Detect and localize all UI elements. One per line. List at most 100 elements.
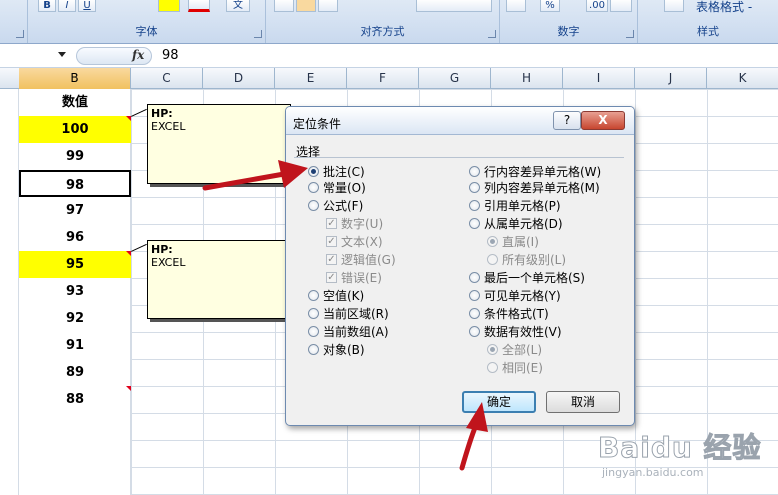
column-header-k[interactable]: K: [707, 68, 778, 89]
option-formulas[interactable]: 公式(F): [308, 198, 363, 214]
help-button[interactable]: ?: [553, 111, 581, 130]
radio-checked-icon[interactable]: [487, 344, 498, 355]
checkbox-checked-icon[interactable]: ✓: [326, 236, 337, 247]
radio-checked-icon[interactable]: [308, 166, 319, 177]
table-format-button[interactable]: 表格格式 -: [696, 0, 752, 15]
radio-icon[interactable]: [469, 308, 480, 319]
percent-button[interactable]: %: [540, 0, 560, 12]
cell-header[interactable]: 数值: [19, 89, 131, 116]
cell-value[interactable]: 99: [19, 143, 131, 170]
option-current-region[interactable]: 当前区域(R): [308, 306, 389, 322]
option-last-cell[interactable]: 最后一个单元格(S): [469, 270, 585, 286]
cell-value[interactable]: 91: [19, 332, 131, 359]
option-constants[interactable]: 常量(O): [308, 180, 366, 196]
radio-icon[interactable]: [308, 344, 319, 355]
close-button[interactable]: X: [581, 111, 625, 130]
column-header-h[interactable]: H: [491, 68, 563, 89]
option-blanks[interactable]: 空值(K): [308, 288, 364, 304]
radio-icon[interactable]: [487, 362, 498, 373]
radio-icon[interactable]: [308, 290, 319, 301]
option-data-validation[interactable]: 数据有效性(V): [469, 324, 562, 340]
column-header-d[interactable]: D: [203, 68, 275, 89]
cell-active[interactable]: 98: [19, 170, 131, 197]
column-header-b[interactable]: B: [19, 68, 131, 89]
radio-checked-icon[interactable]: [487, 236, 498, 247]
bold-button[interactable]: B: [38, 0, 56, 12]
option-objects[interactable]: 对象(B): [308, 342, 365, 358]
option-column-differences[interactable]: 列内容差异单元格(M): [469, 180, 600, 196]
namebox-dropdown-icon[interactable]: [58, 52, 66, 57]
insert-function-button[interactable]: fx: [132, 48, 144, 62]
option-precedents[interactable]: 引用单元格(P): [469, 198, 561, 214]
column-header-g[interactable]: G: [419, 68, 491, 89]
align-bottom-button[interactable]: [318, 0, 338, 12]
ok-button[interactable]: 确定: [462, 391, 536, 413]
font-launcher-icon[interactable]: [254, 30, 262, 38]
option-dependents[interactable]: 从属单元格(D): [469, 216, 563, 232]
currency-button[interactable]: [506, 0, 526, 12]
radio-icon[interactable]: [308, 326, 319, 337]
underline-button[interactable]: U: [78, 0, 96, 12]
font-color-button[interactable]: [188, 0, 210, 12]
cancel-button[interactable]: 取消: [546, 391, 620, 413]
option-validation-all[interactable]: 全部(L): [487, 342, 542, 358]
dialog-titlebar[interactable]: 定位条件 ? X: [286, 107, 634, 135]
fill-color-button[interactable]: [158, 0, 180, 12]
option-label: 行内容差异单元格(W): [484, 165, 602, 179]
cell-value[interactable]: 88: [19, 386, 131, 413]
option-all-levels[interactable]: 所有级别(L): [487, 252, 566, 268]
align-middle-button[interactable]: [296, 0, 316, 12]
align-top-button[interactable]: [274, 0, 294, 12]
conditional-format-button[interactable]: [664, 0, 684, 12]
cell-value[interactable]: 92: [19, 305, 131, 332]
checkbox-checked-icon[interactable]: ✓: [326, 218, 337, 229]
option-comments[interactable]: 批注(C): [308, 164, 365, 180]
italic-button[interactable]: I: [58, 0, 76, 12]
checkbox-checked-icon[interactable]: ✓: [326, 272, 337, 283]
option-current-array[interactable]: 当前数组(A): [308, 324, 389, 340]
alignment-launcher-icon[interactable]: [488, 30, 496, 38]
column-header-j[interactable]: J: [635, 68, 707, 89]
radio-icon[interactable]: [469, 290, 480, 301]
radio-icon[interactable]: [308, 182, 319, 193]
option-direct-only[interactable]: 直属(I): [487, 234, 539, 250]
formula-input[interactable]: 98: [162, 48, 179, 63]
column-header-f[interactable]: F: [347, 68, 419, 89]
decrease-decimal-button[interactable]: [610, 0, 632, 12]
radio-icon[interactable]: [469, 200, 480, 211]
comment-box[interactable]: HP: EXCEL: [147, 104, 291, 184]
cell-value[interactable]: 95: [19, 251, 131, 278]
comment-box[interactable]: HP: EXCEL: [147, 240, 291, 319]
column-header-c[interactable]: C: [131, 68, 203, 89]
radio-icon[interactable]: [308, 200, 319, 211]
option-validation-same[interactable]: 相同(E): [487, 360, 543, 376]
option-text[interactable]: ✓ 文本(X): [326, 234, 383, 250]
radio-icon[interactable]: [469, 326, 480, 337]
merge-center-button[interactable]: [416, 0, 492, 12]
option-visible-cells[interactable]: 可见单元格(Y): [469, 288, 561, 304]
cell-value[interactable]: 96: [19, 224, 131, 251]
option-numbers[interactable]: ✓ 数字(U): [326, 216, 383, 232]
radio-icon[interactable]: [487, 254, 498, 265]
phonetic-button[interactable]: 文: [226, 0, 250, 12]
column-header-i[interactable]: I: [563, 68, 635, 89]
cell-value[interactable]: 93: [19, 278, 131, 305]
option-errors[interactable]: ✓ 错误(E): [326, 270, 382, 286]
radio-icon[interactable]: [469, 166, 480, 177]
option-logicals[interactable]: ✓ 逻辑值(G): [326, 252, 396, 268]
column-header-e[interactable]: E: [275, 68, 347, 89]
radio-icon[interactable]: [469, 272, 480, 283]
cell-value[interactable]: 89: [19, 359, 131, 386]
radio-icon[interactable]: [308, 308, 319, 319]
radio-icon[interactable]: [469, 182, 480, 193]
clipboard-launcher-icon[interactable]: [16, 30, 24, 38]
increase-decimal-button[interactable]: .00: [586, 0, 608, 12]
cell-value[interactable]: 100: [19, 116, 131, 143]
option-conditional-formats[interactable]: 条件格式(T): [469, 306, 549, 322]
number-launcher-icon[interactable]: [626, 30, 634, 38]
cell-value[interactable]: 97: [19, 197, 131, 224]
checkbox-checked-icon[interactable]: ✓: [326, 254, 337, 265]
option-label: 所有级别(L): [502, 253, 567, 267]
radio-icon[interactable]: [469, 218, 480, 229]
option-row-differences[interactable]: 行内容差异单元格(W): [469, 164, 601, 180]
